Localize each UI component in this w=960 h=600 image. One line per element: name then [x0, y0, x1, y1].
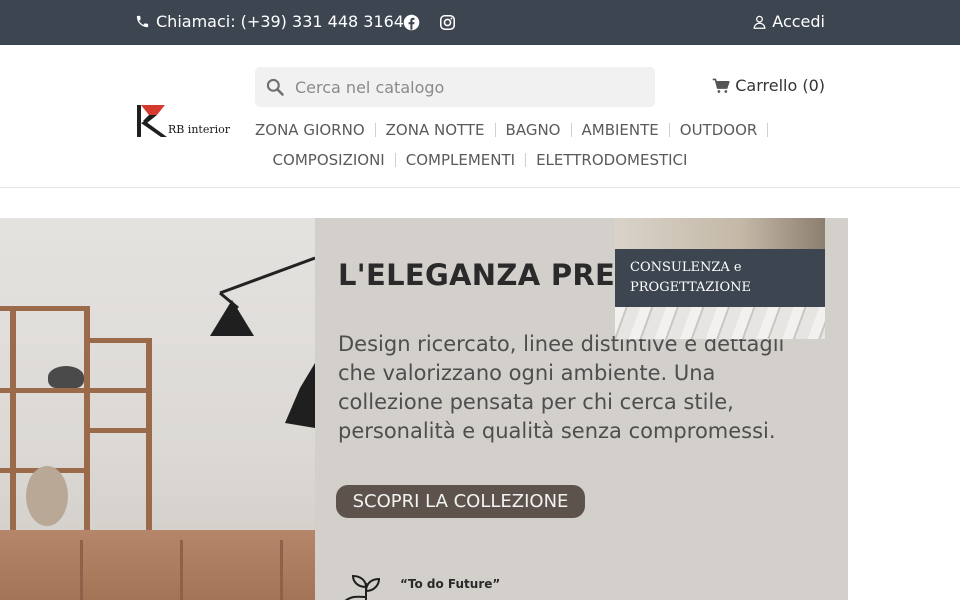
phone-link[interactable]: Chiamaci: (+39) 331 448 3164: [135, 12, 404, 31]
decor-vase: [26, 466, 68, 526]
room-photo: [0, 218, 315, 600]
logo-mark-icon: [136, 105, 167, 137]
cart-link[interactable]: Carrello (0): [712, 76, 825, 95]
main-nav: ZONA GIORNO ZONA NOTTE BAGNO AMBIENTE OUTDOO…: [255, 115, 769, 175]
wall-lamp-icon: [210, 256, 315, 428]
search-icon[interactable]: [265, 77, 285, 97]
nav-divider: [767, 123, 769, 137]
nav-divider: [374, 123, 376, 137]
cart-icon: [712, 78, 730, 93]
user-icon: [753, 15, 766, 29]
logo-text: RB interior: [167, 123, 230, 136]
sprout-icon: [344, 574, 381, 600]
nav-divider: [494, 123, 496, 137]
nav-divider: [525, 153, 527, 167]
sideboard: [0, 530, 315, 600]
nav-item-ambiente[interactable]: AMBIENTE: [582, 115, 659, 145]
consultation-line-1: CONSULENZA e: [630, 260, 742, 275]
sideboard-groove: [280, 540, 283, 600]
shelf-board: [84, 428, 152, 433]
shelf-upright: [146, 338, 152, 538]
login-link[interactable]: Accedi: [752, 12, 825, 31]
shelf-board: [0, 388, 150, 393]
consultation-plans-photo: [615, 307, 825, 339]
instagram-icon[interactable]: [439, 14, 456, 31]
nav-item-complementi[interactable]: COMPLEMENTI: [406, 145, 515, 175]
logo[interactable]: RB interior: [135, 99, 230, 139]
sideboard-groove: [80, 540, 83, 600]
nav-item-outdoor[interactable]: OUTDOOR: [680, 115, 758, 145]
sideboard-groove: [180, 540, 183, 600]
decor-bowl: [48, 366, 84, 388]
discover-collection-button[interactable]: SCOPRI LA COLLEZIONE: [336, 485, 585, 518]
search-input[interactable]: [295, 77, 635, 97]
nav-item-elettrodomestici[interactable]: ELETTRODOMESTICI: [536, 145, 687, 175]
top-bar: Chiamaci: (+39) 331 448 3164 Accedi: [0, 0, 960, 45]
future-title: “To do Future”: [400, 577, 501, 591]
banner-headline: L'ELEGANZA PREI: [338, 258, 627, 292]
cart-label: Carrello (0): [735, 76, 825, 95]
consultation-card[interactable]: CONSULENZA e PROGETTAZIONE: [615, 218, 825, 339]
consultation-line-2: PROGETTAZIONE: [630, 280, 752, 295]
site-header: RB interior Carrello (0) ZONA GIORNOZONA…: [0, 45, 960, 188]
nav-row-1: ZONA GIORNO ZONA NOTTE BAGNO AMBIENTE OUTDOO…: [255, 115, 769, 145]
nav-divider: [668, 123, 670, 137]
login-label: Accedi: [772, 12, 825, 31]
consultation-label: CONSULENZA e PROGETTAZIONE: [615, 249, 825, 307]
search-box: [255, 67, 655, 107]
nav-divider: [394, 153, 396, 167]
phone-label: Chiamaci: (+39) 331 448 3164: [156, 12, 404, 31]
nav-row-2: COMPOSIZIONI COMPLEMENTI ELETTRODOMESTICI: [255, 145, 705, 175]
nav-item-composizioni[interactable]: COMPOSIZIONI: [273, 145, 385, 175]
facebook-icon[interactable]: [403, 14, 420, 31]
phone-icon: [136, 15, 149, 28]
nav-item-bagno[interactable]: BAGNO: [506, 115, 561, 145]
consultation-photo: [615, 218, 825, 249]
shelf-board: [90, 338, 152, 343]
nav-divider: [570, 123, 572, 137]
banner-description: Design ricercato, linee distintive e det…: [338, 332, 785, 443]
nav-item-zona-notte[interactable]: ZONA NOTTE: [386, 115, 485, 145]
nav-item-zona-giorno[interactable]: ZONA GIORNO: [255, 115, 365, 145]
shelf-board: [0, 306, 90, 311]
shelf-upright: [10, 306, 16, 536]
